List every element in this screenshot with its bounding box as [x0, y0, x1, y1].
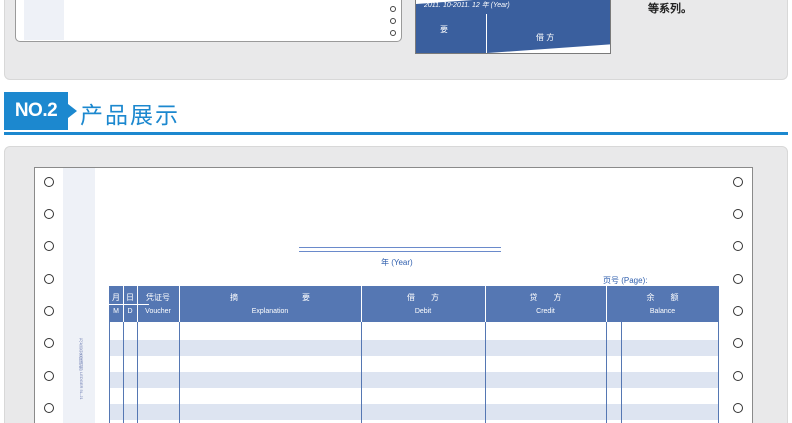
feed-hole	[733, 403, 743, 413]
column-label-zh: 贷 方	[529, 293, 562, 302]
body-column-divider	[621, 322, 622, 423]
feed-hole	[733, 241, 743, 251]
page-number-label: 页号 (Page):	[603, 276, 648, 285]
header-column-divider	[137, 286, 138, 322]
column-voucher: 凭证号 Voucher	[137, 286, 179, 322]
feed-hole	[44, 177, 54, 187]
form-preview-left	[15, 0, 402, 42]
feed-hole	[44, 209, 54, 219]
form-b-heading-explanation: 要	[440, 25, 448, 34]
ledger-title-lines	[299, 247, 501, 252]
feed-hole	[44, 241, 54, 251]
form-b-heading-debit: 借 方	[536, 33, 555, 42]
feed-hole	[733, 371, 743, 381]
form-side-strip	[24, 0, 64, 40]
section-number: NO.2	[14, 100, 58, 121]
feed-hole	[733, 306, 743, 316]
feed-hole	[44, 371, 54, 381]
column-label-zh: 月	[112, 293, 120, 302]
column-label-zh: 日	[126, 293, 134, 302]
table-row	[109, 340, 719, 356]
column-day: 日 D	[123, 286, 137, 322]
column-debit: 借 方 Debit	[361, 286, 485, 322]
section-number-badge: NO.2	[4, 92, 77, 130]
header-column-divider	[485, 286, 486, 322]
series-note: 等系列。	[648, 3, 692, 15]
body-column-divider	[361, 322, 362, 423]
body-column-divider	[137, 322, 138, 423]
column-balance: 余 额 Balance	[606, 286, 719, 322]
section-underline	[4, 132, 788, 135]
body-column-divider	[109, 322, 110, 423]
body-column-divider	[606, 322, 607, 423]
column-label-zh: 余 额	[646, 293, 679, 302]
form-b-caption: 2011. 10-2011. 12 年 (Year)	[424, 2, 510, 9]
column-month: 月 M	[109, 286, 123, 322]
body-column-divider	[485, 322, 486, 423]
sheet-side-text: 万1(总分类账明细) LEDGER 5L-J1	[79, 338, 84, 400]
feed-hole	[733, 177, 743, 187]
column-label-en: M	[113, 308, 119, 315]
column-label-zh: 摘 要	[230, 293, 310, 302]
body-column-divider	[179, 322, 180, 423]
column-label-zh: 凭证号	[146, 293, 170, 302]
ledger-sheet: 万1(总分类账明细) LEDGER 5L-J1 年 (Year) 页号 (Pag…	[34, 167, 753, 423]
section-title: 产品展示	[80, 103, 180, 129]
column-label-en: Credit	[536, 308, 555, 315]
table-row	[109, 404, 719, 420]
header-column-divider	[606, 286, 607, 322]
feed-hole	[390, 18, 396, 24]
feed-hole	[44, 274, 54, 284]
feed-hole	[44, 306, 54, 316]
header-column-divider	[179, 286, 180, 322]
feed-hole	[390, 30, 396, 36]
column-label-en: Debit	[414, 308, 432, 315]
column-divider	[486, 14, 487, 53]
column-label-en: Voucher	[145, 308, 171, 315]
table-row	[109, 372, 719, 388]
feed-hole	[733, 274, 743, 284]
body-column-divider	[718, 322, 719, 423]
body-column-divider	[123, 322, 124, 423]
feed-hole	[733, 338, 743, 348]
column-label-en: Balance	[649, 308, 676, 315]
feed-hole	[390, 6, 396, 12]
column-label-en: Explanation	[251, 308, 289, 315]
feed-hole	[44, 403, 54, 413]
year-label: 年 (Year)	[381, 258, 413, 267]
column-label-en: D	[127, 308, 133, 315]
top-preview-band: 2011. 10-2011. 12 年 (Year) 要 借 方 等系列。	[4, 0, 788, 80]
form-preview-right: 2011. 10-2011. 12 年 (Year) 要 借 方	[415, 0, 611, 54]
feed-hole	[733, 209, 743, 219]
column-explanation: 摘 要 Explanation	[179, 286, 361, 322]
column-label-zh: 借 方	[407, 293, 439, 302]
header-column-divider	[123, 286, 124, 322]
column-credit: 贷 方 Credit	[485, 286, 606, 322]
ledger-header: 月 M 日 D 凭证号 Voucher 摘 要 Explanation 借 方 …	[109, 286, 719, 322]
header-column-divider	[361, 286, 362, 322]
feed-hole	[44, 338, 54, 348]
